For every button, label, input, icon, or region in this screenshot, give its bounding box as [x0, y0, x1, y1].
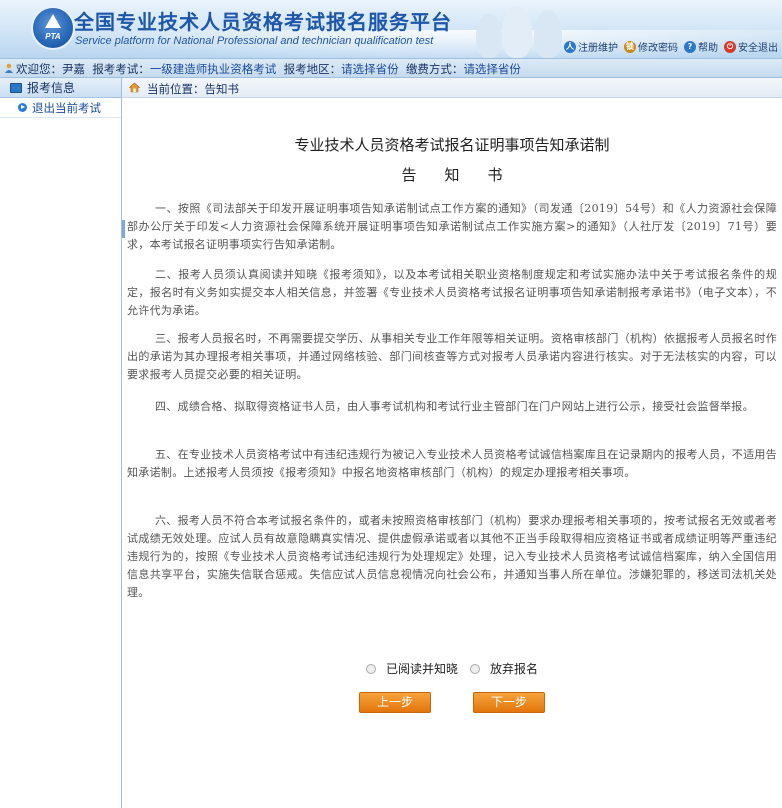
consent-options: 已阅读并知晓 放弃报名 — [122, 660, 782, 677]
power-icon: ⏻ — [724, 40, 736, 53]
arrow-circle-icon — [18, 103, 27, 112]
mail-icon — [10, 82, 22, 93]
user-info-bar: 欢迎您：尹嘉 报考考试：一级建造师执业资格考试 报考地区：请选择省份 缴费方式：… — [0, 58, 782, 78]
abandon-label: 放弃报名 — [490, 662, 539, 676]
home-icon — [129, 82, 140, 93]
paragraph-2: 二、报考人员须认真阅读并知晓《报考须知》，以及本考试相关职业资格制度规定和考试实… — [127, 268, 777, 317]
help-label: 帮助 — [698, 43, 718, 54]
sidebar-header-label: 报考信息 — [27, 81, 76, 95]
person-icon: 人 — [564, 40, 576, 53]
logout-label: 安全退出 — [738, 43, 778, 54]
navigation-buttons: 上一步 下一步 — [122, 692, 782, 713]
header-banner: PTA 全国专业技术人员资格考试报名服务平台 Service platform … — [0, 0, 782, 58]
paragraph-1: 一、按照《司法部关于印发开展证明事项告知承诺制试点工作方案的通知》（司发通〔20… — [127, 202, 777, 251]
sidebar-item-exit-exam[interactable]: 退出当前考试 — [0, 98, 121, 118]
next-step-button[interactable]: 下一步 — [473, 692, 545, 713]
paragraph-4: 四、成绩合格、拟取得资格证书人员，由人事考试机构和考试行业主管部门在门户网站上进… — [155, 400, 754, 413]
sidebar-item-label: 退出当前考试 — [32, 100, 101, 115]
document-title: 专业技术人员资格考试报名证明事项告知承诺制 — [294, 136, 610, 154]
payment-label: 缴费方式： — [405, 62, 464, 76]
region-value[interactable]: 请选择省份 — [341, 62, 399, 76]
site-title: 全国专业技术人员资格考试报名服务平台 — [74, 10, 452, 34]
exam-value[interactable]: 一级建造师执业资格考试 — [150, 62, 277, 76]
region-label: 报考地区： — [283, 62, 342, 76]
paragraph-6: 六、报考人员不符合本考试报名条件的，或者未按照资格审核部门（机构）要求办理报考相… — [127, 514, 777, 599]
agree-option[interactable]: 已阅读并知晓 — [365, 660, 458, 677]
welcome-label: 欢迎您： — [16, 62, 62, 76]
breadcrumb-text: 当前位置：告知书 — [147, 82, 239, 96]
change-password-link[interactable]: 锁 修改密码 — [624, 39, 678, 54]
document-subtitle: 告知书 — [401, 166, 531, 184]
abandon-option[interactable]: 放弃报名 — [470, 660, 538, 677]
main-content: 专业技术人员资格考试报名证明事项告知承诺制 告知书 一、按照《司法部关于印发开展… — [122, 98, 782, 808]
help-icon: ? — [684, 40, 696, 53]
user-name: 尹嘉 — [62, 62, 85, 76]
top-links: 人 注册维护 锁 修改密码 ? 帮助 ⏻ 安全退出 — [564, 39, 778, 54]
logo-triangle-icon — [45, 14, 61, 28]
sidebar: 报考信息 退出当前考试 — [0, 78, 122, 808]
user-icon — [5, 63, 13, 73]
pta-logo: PTA — [31, 6, 75, 50]
agree-label: 已阅读并知晓 — [385, 662, 458, 676]
service-staff-image — [468, 0, 578, 58]
register-label: 注册维护 — [578, 43, 618, 54]
logout-link[interactable]: ⏻ 安全退出 — [724, 39, 778, 54]
sidebar-header: 报考信息 — [0, 78, 121, 98]
paragraph-5: 五、在专业技术人员资格考试中有违纪违规行为被记入专业技术人员资格考试诚信档案库且… — [127, 448, 777, 479]
agree-radio[interactable] — [365, 663, 376, 674]
paragraph-3: 三、报考人员报名时，不再需要提交学历、从事相关专业工作年限等相关证明。资格审核部… — [127, 332, 777, 381]
logo-text: PTA — [45, 32, 61, 41]
payment-value[interactable]: 请选择省份 — [463, 62, 521, 76]
breadcrumb: 当前位置：告知书 — [122, 78, 782, 98]
help-link[interactable]: ? 帮助 — [684, 39, 718, 54]
exam-label: 报考考试： — [92, 62, 150, 76]
site-subtitle: Service platform for National Profession… — [75, 35, 434, 47]
abandon-radio[interactable] — [470, 663, 480, 674]
change-password-label: 修改密码 — [638, 43, 678, 54]
register-link[interactable]: 人 注册维护 — [564, 39, 618, 54]
lock-icon: 锁 — [624, 40, 636, 53]
prev-step-button[interactable]: 上一步 — [359, 692, 431, 713]
